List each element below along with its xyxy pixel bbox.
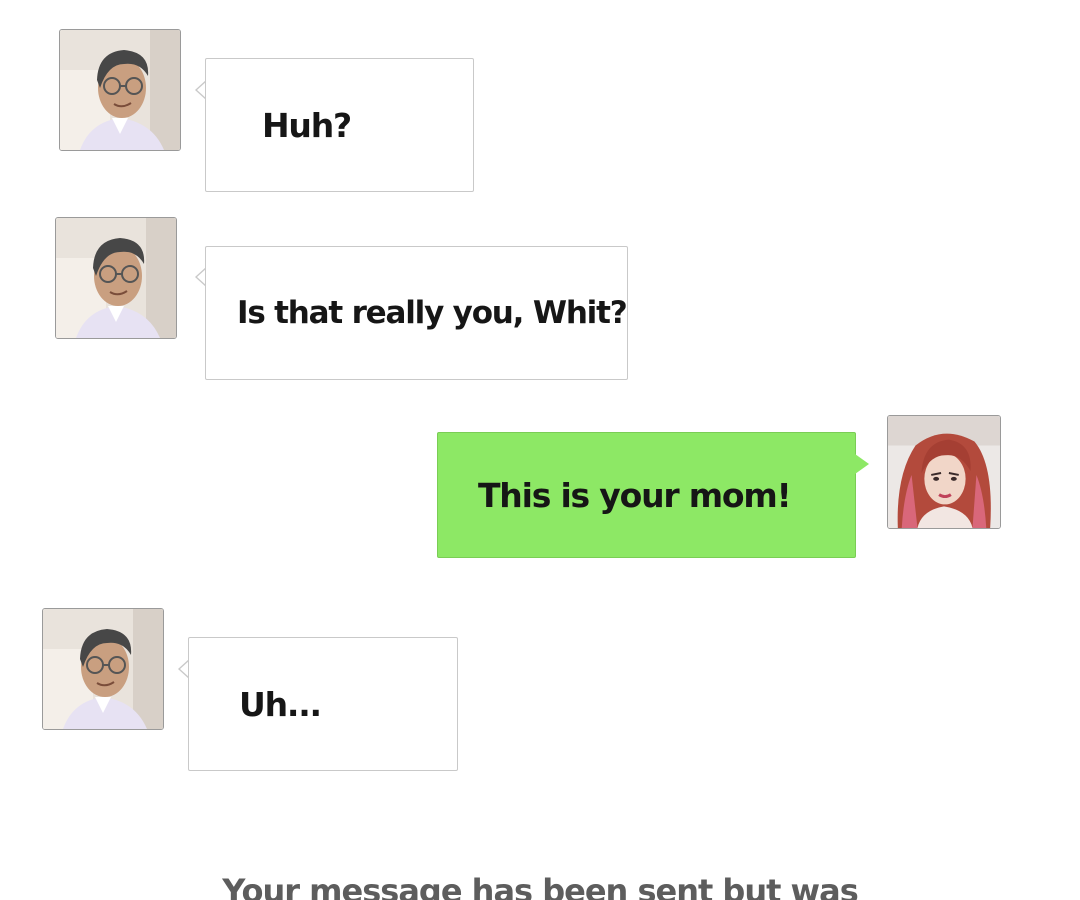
message-text: Uh... [239,684,322,724]
dad-avatar-icon[interactable] [55,217,177,339]
incoming-message-bubble[interactable]: Uh... [188,637,458,771]
bubble-tail [855,454,869,474]
incoming-message-bubble[interactable]: Huh? [205,58,474,192]
dad-avatar-icon[interactable] [42,608,164,730]
chat-screen: Huh? Is that really you, Whit? This is y… [0,0,1080,900]
mom-avatar-icon[interactable] [887,415,1001,529]
outgoing-message-bubble[interactable]: This is your mom! [437,432,856,558]
system-note: Your message has been sent but was [222,872,859,900]
message-text: This is your mom! [478,475,792,515]
incoming-message-bubble[interactable]: Is that really you, Whit? [205,246,628,380]
message-text: Huh? [262,105,352,145]
dad-avatar-icon[interactable] [59,29,181,151]
message-text: Is that really you, Whit? [237,295,628,331]
